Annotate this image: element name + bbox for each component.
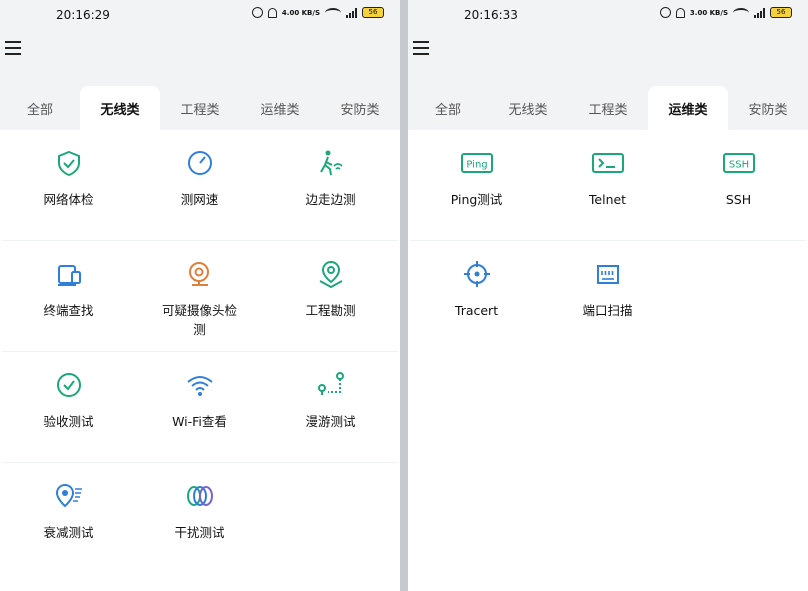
mute-bell-icon bbox=[675, 7, 685, 18]
battery-icon: 56 bbox=[770, 7, 792, 18]
status-bar: 20:16:33 3.00 KB/S 56 bbox=[408, 0, 808, 30]
alarm-icon bbox=[251, 7, 263, 18]
tab-all[interactable]: 全部 bbox=[408, 86, 488, 130]
tool-interference-test[interactable]: 干扰测试 bbox=[134, 481, 265, 574]
tool-speed-test[interactable]: 测网速 bbox=[134, 148, 265, 240]
tab-ops[interactable]: 运维类 bbox=[648, 86, 728, 130]
tool-label: SSH bbox=[725, 192, 752, 207]
tab-security[interactable]: 安防类 bbox=[728, 86, 808, 130]
tool-ping[interactable]: Ping Ping测试 bbox=[411, 148, 542, 240]
tab-wireless[interactable]: 无线类 bbox=[80, 86, 160, 130]
speedometer-icon bbox=[187, 151, 212, 175]
tool-network-checkup[interactable]: 网络体检 bbox=[3, 148, 134, 240]
tool-label: 终端查找 bbox=[43, 303, 94, 318]
tool-grid: 网络体检 测网速 边走边测 终端查找 可疑摄像头检测 工程勘测 验收测试 Wi-… bbox=[0, 130, 400, 574]
status-bar: 20:16:29 4.00 KB/S 56 bbox=[0, 0, 400, 30]
tool-label: 漫游测试 bbox=[305, 414, 356, 429]
shield-check-icon bbox=[57, 150, 80, 177]
menu-icon[interactable] bbox=[5, 41, 21, 55]
app-bar bbox=[0, 30, 400, 66]
tool-label: 测网速 bbox=[180, 192, 219, 207]
ssh-icon: SSH bbox=[722, 153, 755, 173]
interference-icon bbox=[186, 486, 213, 506]
tool-label: 可疑摄像头检测 bbox=[161, 303, 237, 337]
tab-engineering[interactable]: 工程类 bbox=[160, 86, 240, 130]
tool-camera-detect[interactable]: 可疑摄像头检测 bbox=[134, 259, 265, 351]
tool-walk-test[interactable]: 边走边测 bbox=[265, 148, 396, 240]
ping-icon-text: Ping bbox=[466, 160, 487, 171]
tool-terminal-finder[interactable]: 终端查找 bbox=[3, 259, 134, 351]
tab-engineering[interactable]: 工程类 bbox=[568, 86, 648, 130]
crosshair-icon bbox=[463, 261, 490, 287]
wifi-status-icon bbox=[325, 7, 341, 18]
tool-label: Ping测试 bbox=[450, 192, 503, 207]
tool-survey[interactable]: 工程勘测 bbox=[265, 259, 396, 351]
tool-telnet[interactable]: Telnet bbox=[542, 148, 673, 240]
wifi-status-icon bbox=[733, 7, 749, 18]
menu-icon[interactable] bbox=[413, 41, 429, 55]
tab-security[interactable]: 安防类 bbox=[320, 86, 400, 130]
walking-wifi-icon bbox=[319, 150, 343, 176]
mute-bell-icon bbox=[267, 7, 277, 18]
app-bar bbox=[408, 30, 808, 66]
tool-label: 边走边测 bbox=[305, 192, 356, 207]
tool-label: 衰减测试 bbox=[43, 525, 94, 540]
alarm-icon bbox=[659, 7, 671, 18]
screen-wireless: 20:16:29 4.00 KB/S 56 全部 无线类 工程类 运维类 安防类… bbox=[0, 0, 400, 591]
tool-label: 端口扫描 bbox=[582, 303, 633, 318]
tool-label: Telnet bbox=[588, 192, 627, 207]
camera-icon bbox=[188, 262, 209, 286]
tool-label: Wi-Fi查看 bbox=[172, 414, 227, 429]
tool-tracert[interactable]: Tracert bbox=[411, 259, 542, 352]
status-time: 20:16:29 bbox=[56, 8, 110, 22]
category-tabs: 全部 无线类 工程类 运维类 安防类 bbox=[0, 66, 400, 130]
tool-label: 工程勘测 bbox=[305, 303, 356, 318]
status-time: 20:16:33 bbox=[464, 8, 518, 22]
tool-ssh[interactable]: SSH SSH bbox=[673, 148, 804, 240]
ssh-icon-text: SSH bbox=[728, 160, 748, 171]
devices-icon bbox=[57, 265, 81, 286]
attenuation-icon bbox=[55, 483, 82, 508]
network-speed: 4.00 KB/S bbox=[281, 8, 320, 17]
tool-label: 验收测试 bbox=[43, 414, 94, 429]
map-pin-icon bbox=[319, 260, 342, 289]
tab-wireless[interactable]: 无线类 bbox=[488, 86, 568, 130]
wifi-icon bbox=[186, 376, 213, 396]
check-circle-icon bbox=[56, 373, 81, 397]
terminal-icon bbox=[591, 153, 624, 173]
roaming-icon bbox=[317, 372, 344, 395]
tool-roaming-test[interactable]: 漫游测试 bbox=[265, 370, 396, 462]
tab-all[interactable]: 全部 bbox=[0, 86, 80, 130]
tab-ops[interactable]: 运维类 bbox=[240, 86, 320, 130]
category-tabs: 全部 无线类 工程类 运维类 安防类 bbox=[408, 66, 808, 130]
tool-attenuation-test[interactable]: 衰减测试 bbox=[3, 481, 134, 574]
tool-label: 网络体检 bbox=[43, 192, 94, 207]
signal-icon bbox=[754, 7, 765, 18]
tool-wifi-view[interactable]: Wi-Fi查看 bbox=[134, 370, 265, 462]
network-speed: 3.00 KB/S bbox=[689, 8, 728, 17]
screen-divider bbox=[400, 0, 408, 591]
screen-ops: 20:16:33 3.00 KB/S 56 全部 无线类 工程类 运维类 安防类… bbox=[408, 0, 808, 591]
signal-icon bbox=[346, 7, 357, 18]
tool-grid: Ping Ping测试 Telnet SSH SSH Tracert 端口扫描 bbox=[408, 130, 808, 352]
tool-label: 干扰测试 bbox=[174, 525, 225, 540]
tool-port-scan[interactable]: 端口扫描 bbox=[542, 259, 673, 352]
port-icon bbox=[596, 265, 619, 284]
ping-icon: Ping bbox=[460, 153, 493, 173]
battery-icon: 56 bbox=[362, 7, 384, 18]
tool-acceptance-test[interactable]: 验收测试 bbox=[3, 370, 134, 462]
tool-label: Tracert bbox=[454, 303, 499, 318]
